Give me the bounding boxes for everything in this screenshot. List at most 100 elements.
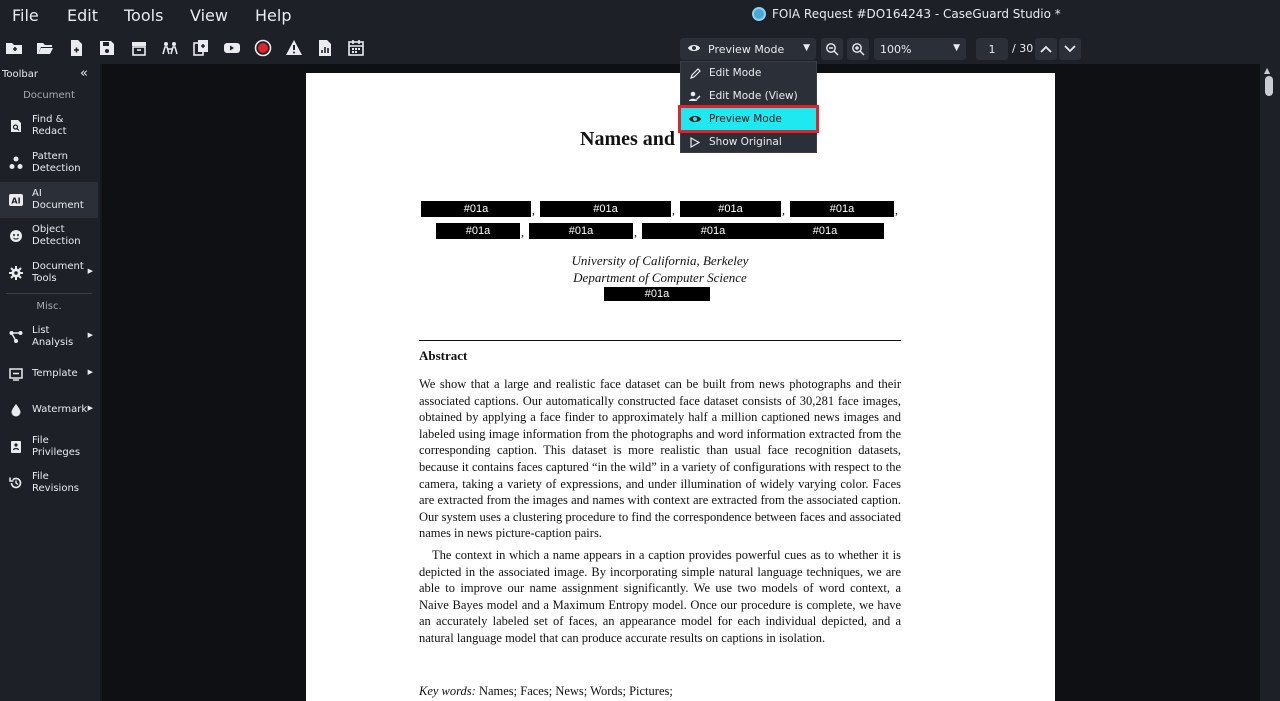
redaction-box[interactable]: #01a [421,201,531,217]
dropdown-item-edit-mode-view[interactable]: Edit Mode (View) [681,85,816,107]
sidebar-item-file-privileges[interactable]: File Privileges [0,429,98,465]
play-outline-icon [689,136,701,148]
dropdown-item-label: Edit Mode [709,67,762,79]
abstract-paragraph-1: We show that a large and realistic face … [419,377,901,541]
sidebar-item-object-detection[interactable]: Object Detection [0,218,98,254]
revisions-icon [9,476,23,490]
keywords-label: Key words: [419,684,476,698]
vertical-scrollbar[interactable]: ▲ [1260,64,1280,701]
separator: , [634,225,637,239]
record-icon[interactable] [254,39,272,57]
affiliation-university: University of California, Berkeley [571,253,749,268]
zoom-in-icon [852,43,865,56]
privileges-icon [9,440,23,454]
archive-icon[interactable] [130,39,148,57]
previous-page-button[interactable] [1035,38,1057,60]
view-mode-select[interactable]: Preview Mode ▼ [680,38,816,60]
section-document: Document [23,90,75,101]
separator: , [895,203,898,217]
dropdown-item-edit-mode[interactable]: Edit Mode [681,62,816,84]
separator: , [782,203,785,217]
redaction-box[interactable]: #01a [766,223,884,239]
ai-icon: AI [9,193,23,207]
warning-icon[interactable] [285,39,303,57]
menu-help[interactable]: Help [255,6,291,25]
document-title: Names and [580,128,676,150]
template-icon [9,367,23,381]
horizontal-rule [419,340,901,341]
new-file-icon[interactable] [67,39,85,57]
scroll-up-icon[interactable]: ▲ [1264,66,1270,75]
chevron-down-icon: ▼ [953,43,960,53]
sidebar-item-template[interactable]: Template ▶ [0,356,98,392]
abstract-heading: Abstract [419,348,468,363]
zoom-select[interactable]: 100% ▼ [874,38,966,60]
user-edit-icon [689,90,701,102]
pencil-icon [689,67,701,79]
redaction-box[interactable]: #01a [529,223,633,239]
sidebar-header: Toolbar [2,69,39,80]
sidebar-item-file-revisions[interactable]: File Revisions [0,465,98,501]
copy-icon[interactable] [192,39,210,57]
people-icon[interactable] [161,39,179,57]
chevron-up-icon [1040,45,1052,53]
scroll-thumb[interactable] [1265,76,1273,96]
sidebar: Toolbar « Document Find & Redact Pattern… [0,64,100,701]
face-icon [9,229,23,243]
sidebar-item-watermark[interactable]: Watermark ▶ [0,392,98,428]
zoom-out-button[interactable] [821,38,843,60]
sidebar-item-label: Watermark [32,404,88,415]
sidebar-item-label: List Analysis [32,325,74,348]
chevron-right-icon: ▶ [87,404,93,412]
chevron-right-icon: ▶ [87,267,93,275]
sidebar-item-label: File Revisions [32,471,80,494]
menu-view[interactable]: View [190,6,228,25]
chevron-down-icon [1064,45,1076,53]
sidebar-item-pattern-detection[interactable]: Pattern Detection [0,145,98,181]
window-title: FOIA Request #DO164243 - CaseGuard Studi… [752,7,1061,21]
calendar-icon[interactable] [347,39,365,57]
redaction-box[interactable]: #01a [790,201,894,217]
list-analysis-icon [9,330,23,344]
pattern-icon [9,156,23,170]
chevron-right-icon: ▶ [87,368,93,376]
eye-icon [689,113,701,125]
save-icon[interactable] [98,39,116,57]
sidebar-item-label: Document Tools [32,261,84,284]
redaction-box[interactable]: #01a [540,201,671,217]
window-title-text: FOIA Request #DO164243 - CaseGuard Studi… [772,7,1061,21]
document-chart-icon[interactable] [316,39,334,57]
zoom-value: 100% [880,42,912,56]
menu-tools[interactable]: Tools [124,6,163,25]
next-page-button[interactable] [1059,38,1081,60]
dropdown-item-show-original[interactable]: Show Original [681,131,816,153]
sidebar-item-find-redact[interactable]: Find & Redact [0,108,98,144]
new-folder-icon[interactable] [5,39,23,57]
zoom-in-button[interactable] [847,38,869,60]
dropdown-item-label: Preview Mode [709,113,782,125]
chevron-right-icon: ▶ [87,331,93,339]
redaction-box[interactable]: #01a [642,223,784,239]
separator: , [532,203,535,217]
sidebar-item-list-analysis[interactable]: List Analysis ▶ [0,319,98,355]
find-redact-icon [9,119,23,133]
sidebar-item-label: Pattern Detection [32,151,81,174]
open-folder-icon[interactable] [36,39,54,57]
redaction-box[interactable]: #01a [436,223,520,239]
abstract-paragraph-2: The context in which a name appears in a… [419,548,901,645]
menu-bar: File Edit Tools View Help FOIA Request #… [0,0,1280,32]
sidebar-item-ai-document[interactable]: AI AI Document [0,182,98,218]
sidebar-item-label: Find & Redact [32,114,67,137]
dropdown-item-preview-mode[interactable]: Preview Mode [678,105,819,133]
redaction-box[interactable]: #01a [680,201,781,217]
redaction-box[interactable]: #01a [604,287,710,301]
menu-file[interactable]: File [12,6,39,25]
sidebar-item-document-tools[interactable]: Document Tools ▶ [0,255,98,291]
sidebar-item-label: File Privileges [32,435,81,458]
collapse-sidebar-icon[interactable]: « [80,66,88,81]
view-mode-value: Preview Mode [708,42,785,56]
video-icon[interactable] [223,39,241,57]
page-number-input[interactable]: 1 [976,38,1008,60]
menu-edit[interactable]: Edit [67,6,98,25]
sidebar-item-label: Template [32,368,78,379]
